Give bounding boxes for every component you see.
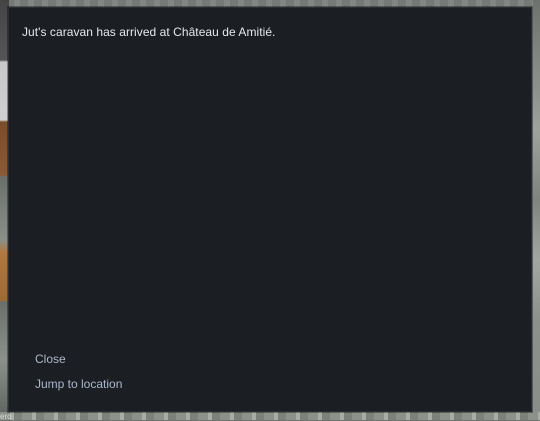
dialog-message: Jut's caravan has arrived at Château de … xyxy=(22,25,276,39)
dialog-options: Close Jump to location xyxy=(35,352,122,392)
close-option[interactable]: Close xyxy=(35,352,122,367)
map-right-edge xyxy=(533,0,540,420)
caravan-arrival-dialog: Jut's caravan has arrived at Château de … xyxy=(8,7,532,412)
map-bottom-edge xyxy=(0,412,540,420)
jump-to-location-option[interactable]: Jump to location xyxy=(35,377,122,392)
